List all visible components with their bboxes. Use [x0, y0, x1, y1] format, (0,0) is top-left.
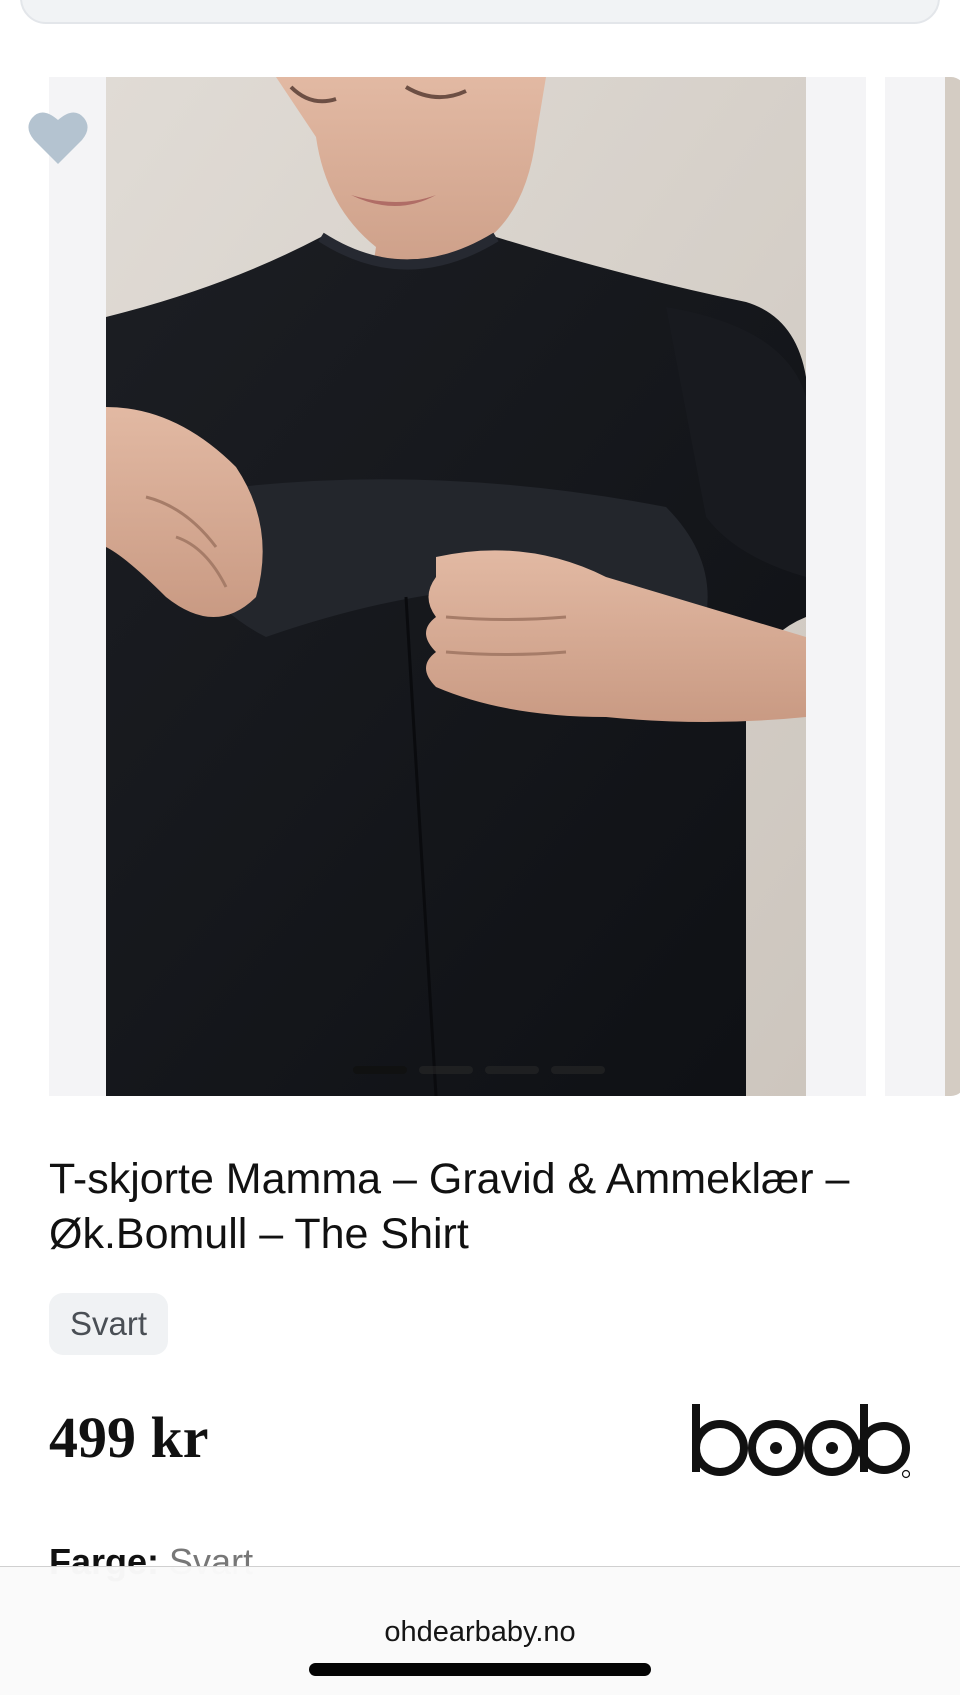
product-page: T-skjorte Mamma – Gravid & Ammeklær – Øk… [0, 0, 960, 1695]
search-bar[interactable] [20, 0, 940, 24]
carousel-slide-next[interactable] [885, 77, 960, 1096]
brand-logo[interactable] [688, 1400, 910, 1480]
heart-icon [28, 112, 88, 164]
next-slide-preview [945, 77, 960, 1096]
carousel-pagination [353, 1066, 605, 1074]
color-chip[interactable]: Svart [49, 1293, 169, 1355]
home-indicator[interactable] [309, 1663, 651, 1676]
boob-logo [692, 1404, 910, 1479]
url-address[interactable]: ohdearbaby.no [0, 1614, 960, 1650]
carousel-dot[interactable] [551, 1066, 605, 1074]
carousel-dot[interactable] [485, 1066, 539, 1074]
carousel-dot[interactable] [419, 1066, 473, 1074]
carousel-dot[interactable] [353, 1066, 407, 1074]
product-photo-illustration [106, 77, 806, 1096]
image-carousel[interactable] [0, 77, 960, 1096]
product-title[interactable]: T-skjorte Mamma – Gravid & Ammeklær – Øk… [49, 1152, 919, 1262]
favorite-button[interactable] [26, 108, 90, 168]
carousel-slide-active[interactable] [49, 77, 866, 1096]
browser-bottom-bar: ohdearbaby.no [0, 1566, 960, 1695]
product-photo[interactable] [106, 77, 806, 1096]
product-price: 499 kr [49, 1405, 209, 1470]
